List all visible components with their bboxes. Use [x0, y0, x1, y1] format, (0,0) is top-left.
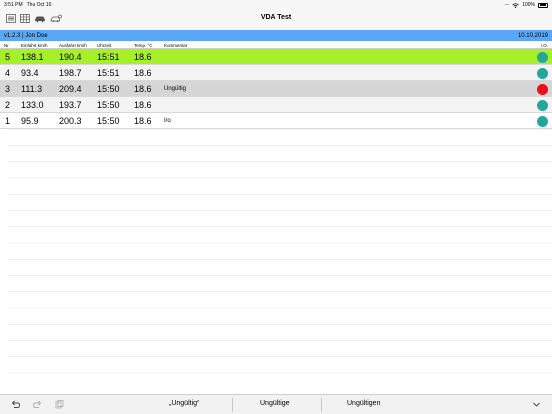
cell-comment[interactable]: Ungültig — [164, 86, 186, 92]
battery-percent: 100% — [522, 2, 535, 8]
cell-comment[interactable]: I/o — [164, 118, 171, 124]
measurement-table: 5 138.1 190.4 15:51 18.6 4 93.4 198.7 15… — [0, 49, 552, 129]
table-row[interactable]: 2 133.0 193.7 15:50 18.6 — [0, 97, 552, 113]
cell-entry: 138.1 — [21, 52, 44, 62]
cell-temp: 18.6 — [134, 68, 152, 78]
toolbar-divider — [321, 398, 322, 412]
cell-nr: 5 — [5, 52, 11, 62]
col-io: i.O. — [540, 42, 548, 48]
cell-nr: 2 — [5, 100, 11, 110]
status-bar: 3:51 PM Thu Oct 10 ···· 100% — [0, 0, 552, 10]
status-indicator[interactable] — [537, 99, 548, 111]
cell-exit: 198.7 — [59, 68, 82, 78]
table-row[interactable]: 4 93.4 198.7 15:51 18.6 — [0, 65, 552, 81]
table-row[interactable]: 3 111.3 209.4 15:50 18.6 Ungültig — [0, 81, 552, 97]
cell-temp: 18.6 — [134, 100, 152, 110]
status-indicator[interactable] — [537, 67, 548, 79]
cell-nr: 1 — [5, 116, 11, 126]
cell-time: 15:50 — [97, 84, 120, 94]
cell-exit: 209.4 — [59, 84, 82, 94]
cell-temp: 18.6 — [134, 84, 152, 94]
chevron-down-icon[interactable] — [531, 399, 542, 410]
table-header: Nr Einfahrt km/h Ausfahrt km/h Uhrzeit T… — [0, 41, 552, 49]
cell-time: 15:51 — [97, 52, 120, 62]
status-date: Thu Oct 10 — [26, 2, 52, 8]
info-bar: v1.2.3 | Jon Doe 10.10.2019 — [0, 30, 552, 41]
clipboard-icon[interactable] — [54, 399, 65, 410]
cell-entry: 111.3 — [21, 84, 43, 94]
wifi-icon — [512, 2, 519, 8]
table-row[interactable]: 1 95.9 200.3 15:50 18.6 I/o — [0, 113, 552, 129]
cell-time: 15:51 — [97, 68, 120, 78]
col-exit: Ausfahrt km/h — [59, 42, 87, 48]
suggestion-button-3[interactable]: Ungültigen — [347, 400, 380, 407]
cell-time: 15:50 — [97, 100, 120, 110]
battery-icon — [538, 2, 548, 8]
col-comment: Kommentar — [164, 42, 188, 48]
cell-exit: 200.3 — [59, 116, 82, 126]
page-title: VDA Test — [260, 14, 292, 21]
status-indicator[interactable] — [537, 51, 548, 63]
cell-exit: 193.7 — [59, 100, 82, 110]
cell-temp: 18.6 — [134, 52, 152, 62]
cell-time: 15:50 — [97, 116, 120, 126]
toolbar-divider — [232, 398, 233, 412]
version-user: v1.2.3 | Jon Doe — [4, 32, 48, 39]
nav-bar: VDA Test — [0, 10, 552, 30]
signal-icon: ···· — [504, 2, 510, 8]
cell-entry: 95.9 — [21, 116, 39, 126]
redo-icon[interactable] — [32, 399, 43, 410]
table-row[interactable]: 5 138.1 190.4 15:51 18.6 — [0, 49, 552, 65]
session-date: 10.10.2019 — [517, 32, 548, 39]
cell-temp: 18.6 — [134, 116, 152, 126]
col-nr: Nr — [4, 42, 9, 48]
suggestion-button-1[interactable]: „Ungültig“ — [169, 400, 199, 407]
undo-icon[interactable] — [10, 399, 21, 410]
empty-table-area — [8, 129, 552, 389]
status-indicator[interactable] — [537, 115, 548, 127]
status-indicator[interactable] — [537, 83, 548, 95]
cell-nr: 4 — [5, 68, 11, 78]
col-entry: Einfahrt km/h — [21, 42, 48, 48]
status-time: 3:51 PM — [4, 2, 23, 8]
col-time: Uhrzeit — [97, 42, 112, 48]
suggestion-button-2[interactable]: Ungültige — [260, 400, 290, 407]
cell-entry: 133.0 — [21, 100, 44, 110]
cell-entry: 93.4 — [21, 68, 39, 78]
cell-exit: 190.4 — [59, 52, 82, 62]
keyboard-toolbar: „Ungültig“ Ungültige Ungültigen — [0, 394, 552, 414]
cell-nr: 3 — [5, 84, 11, 94]
col-temp: Temp. °C — [134, 42, 153, 48]
